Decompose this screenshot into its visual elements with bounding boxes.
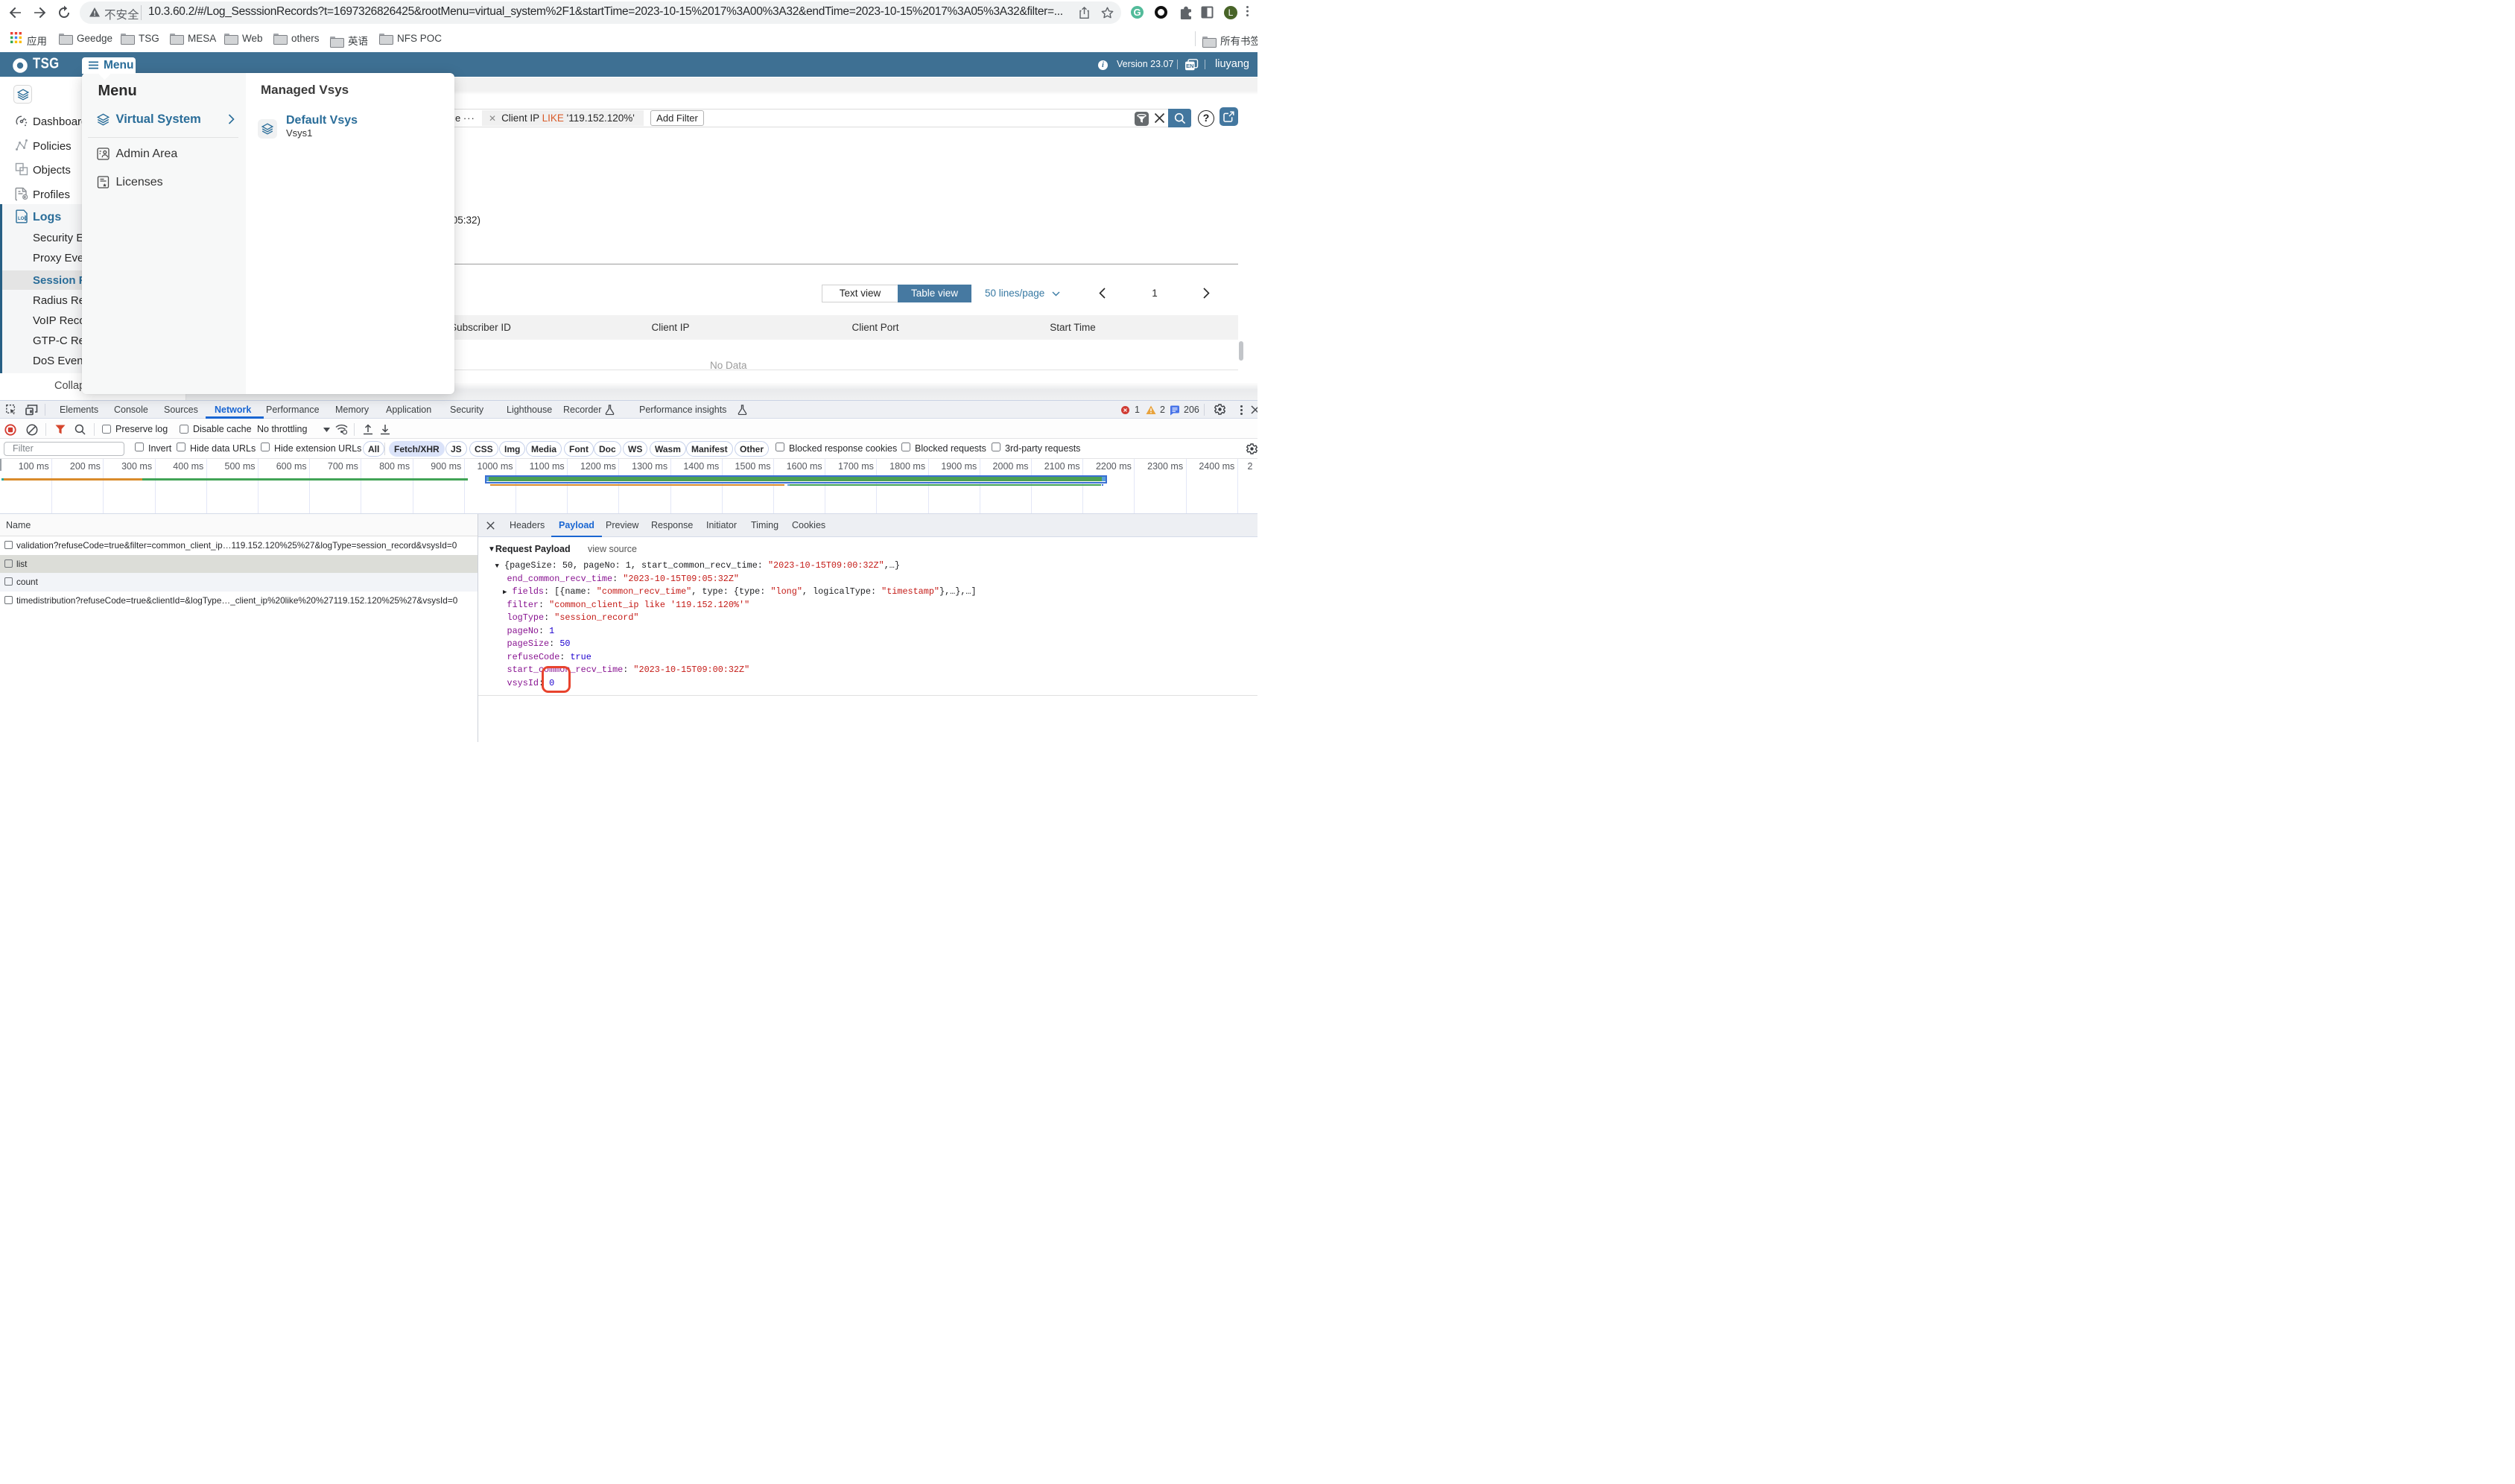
svg-text:LOG: LOG — [18, 217, 28, 221]
svg-text:EN: EN — [1186, 63, 1193, 69]
